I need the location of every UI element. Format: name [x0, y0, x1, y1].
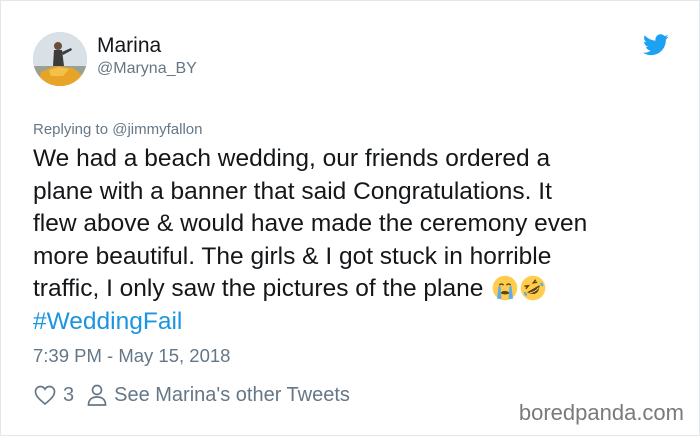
other-tweets-link[interactable]: See Marina's other Tweets [114, 384, 350, 407]
tweet-timestamp[interactable]: 7:39 PM - May 15, 2018 [33, 345, 230, 367]
replying-prefix: Replying to [33, 121, 113, 138]
replying-to: Replying to @jimmyfallon [33, 121, 202, 138]
hashtag-link[interactable]: #WeddingFail [33, 308, 182, 336]
tweet-text-line: more beautiful. The girls & I got stuck … [33, 242, 552, 270]
avatar[interactable] [33, 32, 87, 86]
tweet-text: We had a beach wedding, our friends orde… [33, 143, 673, 306]
replying-to-link[interactable]: @jimmyfallon [112, 121, 202, 138]
person-icon[interactable] [86, 383, 108, 407]
watermark: boredpanda.com [518, 400, 684, 425]
tweet-text-line: We had a beach wedding, our friends orde… [33, 145, 551, 172]
tweet-text-line: traffic, I only saw the pictures of the … [33, 275, 484, 302]
crying-face-emoji-icon [492, 275, 518, 301]
tweet-text-line: plane with a banner that said Congratula… [33, 177, 552, 205]
heart-icon[interactable] [33, 383, 57, 407]
tweet-text-line: flew above & would have made the ceremon… [33, 210, 588, 237]
author-handle[interactable]: @Maryna_BY [97, 60, 197, 78]
tweet-card: Marina @Maryna_BY Replying to @jimmyfall… [0, 0, 700, 436]
twitter-bird-icon[interactable] [643, 34, 669, 56]
author-name[interactable]: Marina [97, 34, 161, 58]
rofl-emoji-icon [520, 275, 546, 301]
tweet-actions: 3 See Marina's other Tweets [33, 381, 350, 409]
like-count: 3 [63, 383, 75, 406]
avatar-photo-icon [33, 32, 87, 86]
